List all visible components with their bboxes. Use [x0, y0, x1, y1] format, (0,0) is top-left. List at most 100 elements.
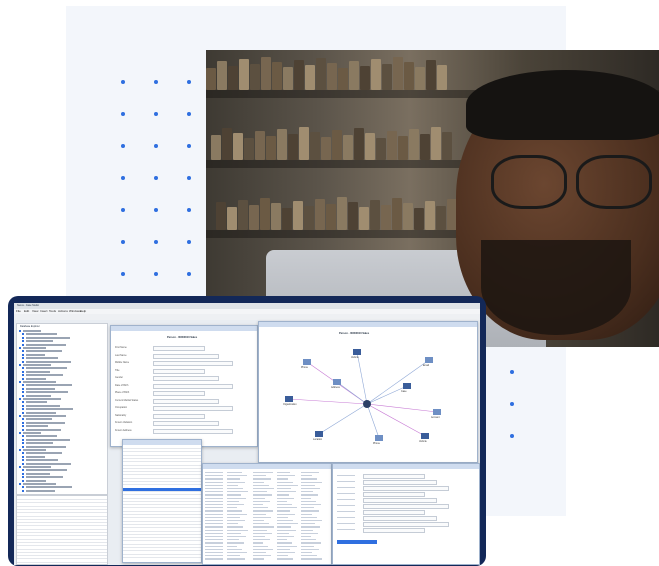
form-input[interactable] [153, 421, 219, 426]
tree-item[interactable] [26, 411, 56, 414]
tree-item[interactable] [26, 377, 46, 380]
detail-input[interactable] [363, 504, 449, 509]
results-table[interactable] [202, 463, 332, 565]
tree-item[interactable] [26, 459, 58, 462]
tree-item[interactable] [26, 455, 45, 458]
list-item[interactable] [123, 556, 201, 558]
list-item[interactable] [123, 517, 201, 519]
tree-item[interactable] [26, 408, 73, 411]
tree-item[interactable] [26, 367, 67, 370]
list-item[interactable] [123, 537, 201, 539]
list-item[interactable] [123, 494, 201, 496]
tree-item[interactable] [26, 486, 72, 489]
tree-item[interactable] [26, 370, 50, 373]
detail-input[interactable] [363, 474, 425, 479]
list-item[interactable] [123, 520, 201, 522]
tree-item[interactable] [26, 438, 70, 441]
tree-item[interactable] [26, 384, 72, 387]
tree-item[interactable] [23, 330, 41, 332]
list-item[interactable] [123, 490, 201, 492]
tree-item[interactable] [23, 483, 56, 485]
list-item[interactable] [123, 467, 201, 469]
tree-item[interactable] [26, 360, 71, 363]
detail-input[interactable] [363, 510, 425, 515]
menu-view[interactable]: View [32, 309, 38, 313]
list-item[interactable] [123, 533, 201, 535]
list-item[interactable] [123, 543, 201, 545]
list-item[interactable] [123, 507, 201, 509]
menu-insert[interactable]: Insert [40, 309, 48, 313]
tree-item[interactable] [26, 353, 45, 356]
database-tree[interactable]: Database Explorer [16, 323, 108, 495]
table-row[interactable] [203, 557, 331, 560]
detail-input[interactable] [363, 492, 425, 497]
form-input[interactable] [153, 368, 205, 374]
detail-selected-item[interactable] [337, 540, 377, 544]
tree-item[interactable] [26, 350, 62, 353]
list-item[interactable] [123, 451, 201, 453]
list-item[interactable] [123, 497, 201, 499]
detail-input[interactable] [363, 522, 449, 527]
tree-item[interactable] [26, 425, 48, 428]
list-item[interactable] [123, 474, 201, 476]
tree-item[interactable] [26, 469, 67, 472]
list-item[interactable] [123, 550, 201, 552]
list-item[interactable] [123, 500, 201, 502]
menu-help[interactable]: Help [80, 309, 86, 313]
list-item[interactable] [123, 464, 201, 466]
tree-item[interactable] [26, 404, 60, 407]
tree-item[interactable] [23, 415, 66, 417]
form-input[interactable] [153, 428, 233, 434]
tree-item[interactable] [26, 387, 55, 390]
tree-item[interactable] [26, 343, 66, 346]
tree-item[interactable] [26, 476, 63, 479]
form-input[interactable] [153, 383, 233, 389]
tree-item[interactable] [23, 381, 56, 383]
form-input[interactable] [153, 353, 219, 359]
tree-item[interactable] [26, 391, 68, 394]
form-input[interactable] [153, 346, 205, 351]
tree-item[interactable] [26, 374, 63, 377]
tree-item[interactable] [26, 333, 57, 336]
list-item[interactable] [123, 514, 201, 515]
tree-item[interactable] [26, 489, 55, 492]
link-graph[interactable]: Phone Vehicle Email Organization Address Case… [259, 336, 477, 456]
detail-input[interactable] [363, 480, 437, 485]
list-item[interactable] [123, 523, 201, 525]
detail-input[interactable] [363, 516, 437, 521]
tree-item[interactable] [26, 452, 62, 455]
tree-item[interactable] [26, 357, 58, 360]
tree-item[interactable] [23, 449, 46, 451]
list-item[interactable] [123, 540, 201, 542]
tree-item[interactable] [26, 462, 71, 465]
list-item[interactable] [123, 461, 201, 463]
tree-item[interactable] [26, 472, 50, 475]
menu-actions[interactable]: Actions [58, 309, 68, 313]
detail-input[interactable] [363, 486, 449, 491]
detail-input[interactable] [363, 498, 437, 503]
link-graph-window[interactable]: Person - 00000010 Sales Phone Vehicle Emai… [258, 321, 478, 463]
person-window[interactable]: Person - 00000010 Sales First Name Last N… [110, 325, 258, 447]
tree-item[interactable] [26, 479, 46, 482]
list-item[interactable] [123, 530, 201, 532]
list-item[interactable] [123, 547, 201, 548]
form-input[interactable] [153, 376, 219, 381]
tree-item[interactable] [23, 347, 46, 349]
tree-item[interactable] [23, 364, 51, 366]
list-window[interactable] [122, 439, 202, 563]
detail-window[interactable] [332, 463, 480, 565]
tree-item[interactable] [23, 466, 51, 468]
detail-input[interactable] [363, 528, 425, 533]
list-item[interactable] [123, 457, 201, 459]
tree-item[interactable] [23, 398, 61, 400]
form-input[interactable] [153, 398, 219, 404]
list-item[interactable] [123, 481, 201, 482]
tree-item[interactable] [26, 442, 53, 445]
menu-file[interactable]: File [16, 309, 21, 313]
list-item[interactable] [123, 471, 201, 473]
tree-item[interactable] [26, 445, 66, 448]
tree-item[interactable] [26, 421, 65, 424]
tree-item[interactable] [26, 435, 57, 438]
list-item[interactable] [123, 510, 201, 512]
tree-item[interactable] [26, 401, 47, 404]
